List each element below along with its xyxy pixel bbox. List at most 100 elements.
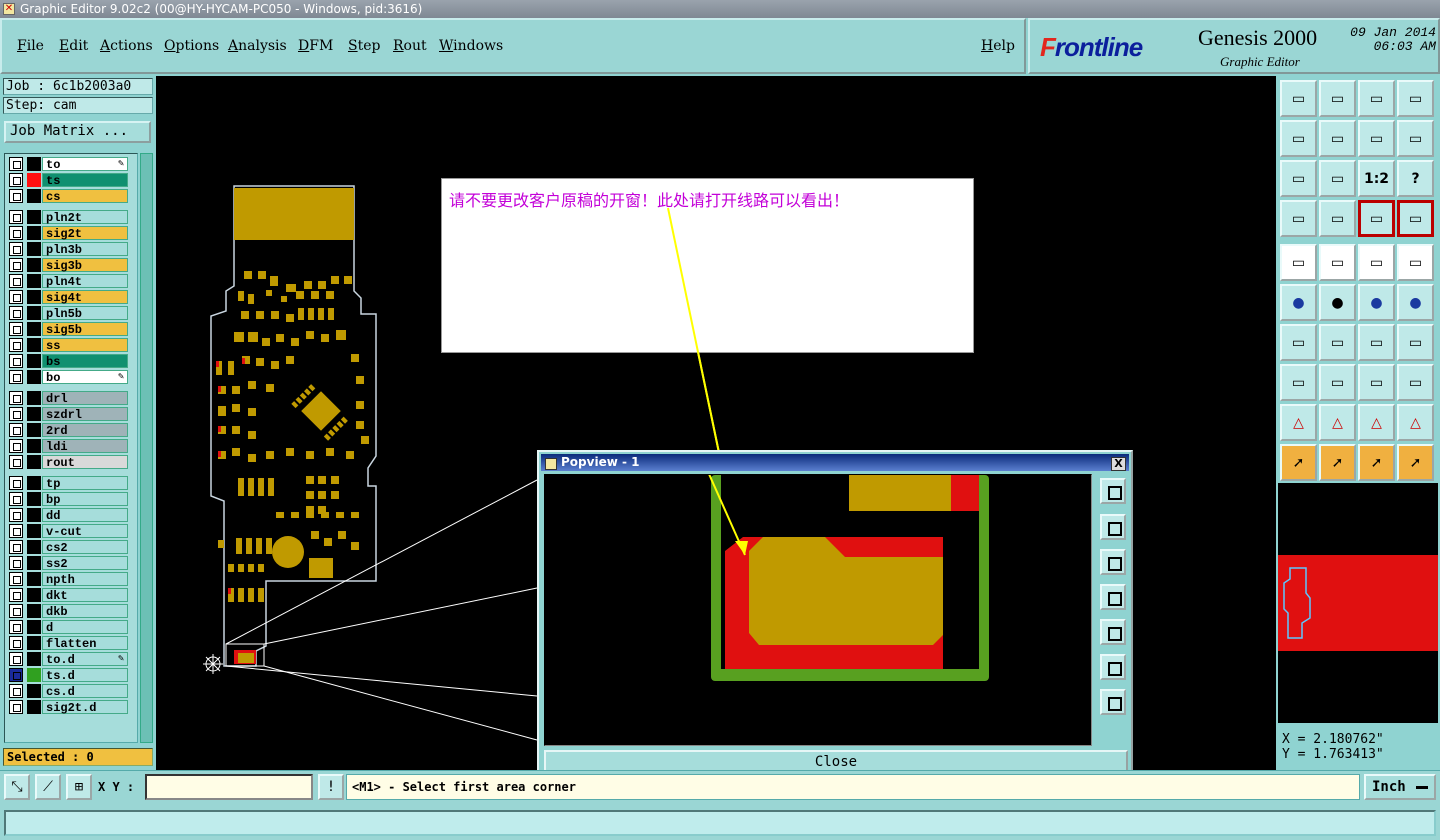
layer-row[interactable]: ts (8, 173, 128, 188)
layer-color-swatch[interactable] (27, 700, 41, 714)
layer-name[interactable]: 2rd (42, 423, 128, 438)
xy-input[interactable] (145, 774, 313, 800)
layer-checkbox[interactable] (9, 668, 23, 682)
layer-color-swatch[interactable] (27, 290, 41, 304)
layer-name[interactable]: bs (42, 354, 128, 369)
triangle3-button[interactable]: △ (1358, 404, 1395, 441)
layer-name[interactable]: sig5b (42, 322, 128, 337)
layer-color-swatch[interactable] (27, 423, 41, 437)
layer-row[interactable]: sig4t (8, 290, 128, 305)
layer-list-scrollbar[interactable] (140, 153, 153, 743)
layer-row[interactable]: dd (8, 508, 128, 523)
layer-checkbox[interactable] (9, 439, 23, 453)
snap-button[interactable]: ⤡ (4, 774, 30, 800)
layer-color-swatch[interactable] (27, 508, 41, 522)
layer-checkbox[interactable] (9, 423, 23, 437)
layer-row[interactable]: ldi (8, 439, 128, 454)
layer-checkbox[interactable] (9, 226, 23, 240)
layer-row[interactable]: sig3b (8, 258, 128, 273)
layer-color-swatch[interactable] (27, 210, 41, 224)
layer-row[interactable]: pln2t (8, 210, 128, 225)
color-button[interactable]: ▭ (1319, 244, 1356, 281)
layer-color-swatch[interactable] (27, 391, 41, 405)
layer-checkbox[interactable] (9, 274, 23, 288)
layer-checkbox[interactable] (9, 354, 23, 368)
layer-color-swatch[interactable] (27, 620, 41, 634)
layer-checkbox[interactable] (9, 455, 23, 469)
layer-row[interactable]: rout (8, 455, 128, 470)
layer-name[interactable]: d (42, 620, 128, 635)
measure-button[interactable]: ▭ (1358, 364, 1395, 401)
menu-analysis[interactable]: Analysis (228, 38, 287, 54)
grid-button[interactable]: ▭ (1319, 200, 1356, 237)
fit-button[interactable]: ▭ (1280, 160, 1317, 197)
layer-checkbox[interactable] (9, 157, 23, 171)
flip-button[interactable]: ▭ (1397, 324, 1434, 361)
command-line[interactable] (4, 810, 1436, 836)
layer-row[interactable]: tp (8, 476, 128, 491)
layer-name[interactable]: bo (42, 370, 128, 385)
layer-name[interactable]: ldi (42, 439, 128, 454)
layer-row[interactable]: cs (8, 189, 128, 204)
alert-button[interactable]: ! (318, 774, 344, 800)
layer-name[interactable]: v-cut (42, 524, 128, 539)
layer-name[interactable]: ts.d (42, 668, 128, 683)
slash-button[interactable]: ▭ (1319, 324, 1356, 361)
layer-checkbox[interactable] (9, 556, 23, 570)
layer-name[interactable]: bp (42, 492, 128, 507)
layer-checkbox[interactable] (9, 524, 23, 538)
layer-checkbox[interactable] (9, 306, 23, 320)
layer-color-swatch[interactable] (27, 157, 41, 171)
layer-row[interactable]: d (8, 620, 128, 635)
rotate-button[interactable]: ▭ (1358, 120, 1395, 157)
popview-canvas[interactable] (544, 474, 1092, 746)
layer-color-swatch[interactable] (27, 338, 41, 352)
layer-color-swatch[interactable] (27, 572, 41, 586)
layer-name[interactable]: sig3b (42, 258, 128, 273)
feature-button[interactable]: ▭ (1280, 244, 1317, 281)
layer-name[interactable]: sig2t.d (42, 700, 128, 715)
layer-name[interactable]: ts (42, 173, 128, 188)
layer-row[interactable]: 2rd (8, 423, 128, 438)
layer-color-swatch[interactable] (27, 476, 41, 490)
menu-rout[interactable]: Rout (393, 38, 427, 54)
select-area-button[interactable]: ➚ (1358, 444, 1395, 481)
layer-row[interactable]: pln5b (8, 306, 128, 321)
layer-name[interactable]: tp (42, 476, 128, 491)
layer-color-swatch[interactable] (27, 258, 41, 272)
select-net-button[interactable]: ➚ (1397, 444, 1434, 481)
home-button[interactable]: ▭ (1358, 80, 1395, 117)
menu-step[interactable]: Step (348, 38, 380, 54)
connect-button[interactable]: ● (1280, 284, 1317, 321)
layer-checkbox[interactable] (9, 492, 23, 506)
popview-zoom-in-button[interactable] (1100, 514, 1126, 540)
layer-color-swatch[interactable] (27, 370, 41, 384)
layer-color-swatch[interactable] (27, 588, 41, 602)
layer-checkbox[interactable] (9, 652, 23, 666)
layer-checkbox[interactable] (9, 540, 23, 554)
layer-name[interactable]: drl (42, 391, 128, 406)
layer-name[interactable]: sig4t (42, 290, 128, 305)
layer-row[interactable]: szdrl (8, 407, 128, 422)
layer-color-swatch[interactable] (27, 407, 41, 421)
layer-checkbox[interactable] (9, 588, 23, 602)
layer-row[interactable]: drl (8, 391, 128, 406)
layer-color-swatch[interactable] (27, 492, 41, 506)
layer-name[interactable]: to (42, 157, 128, 172)
layer-row[interactable]: cs.d (8, 684, 128, 699)
menu-actions[interactable]: Actions (100, 38, 153, 54)
layer-name[interactable]: dkb (42, 604, 128, 619)
ruler-button[interactable]: ▭ (1358, 244, 1395, 281)
dash-button[interactable]: ▭ (1319, 364, 1356, 401)
units-select[interactable]: Inch (1364, 774, 1436, 800)
popview-close-x[interactable]: X (1111, 457, 1126, 471)
layer-name[interactable]: flatten (42, 636, 128, 651)
menu-help[interactable]: Help (981, 38, 1015, 54)
layer-name[interactable]: pln2t (42, 210, 128, 225)
layer-row[interactable]: npth (8, 572, 128, 587)
layer-row[interactable]: ss (8, 338, 128, 353)
layer-checkbox[interactable] (9, 189, 23, 203)
layer-checkbox[interactable] (9, 407, 23, 421)
popview-center-button[interactable] (1100, 689, 1126, 715)
window-button[interactable]: ▭ (1397, 80, 1434, 117)
